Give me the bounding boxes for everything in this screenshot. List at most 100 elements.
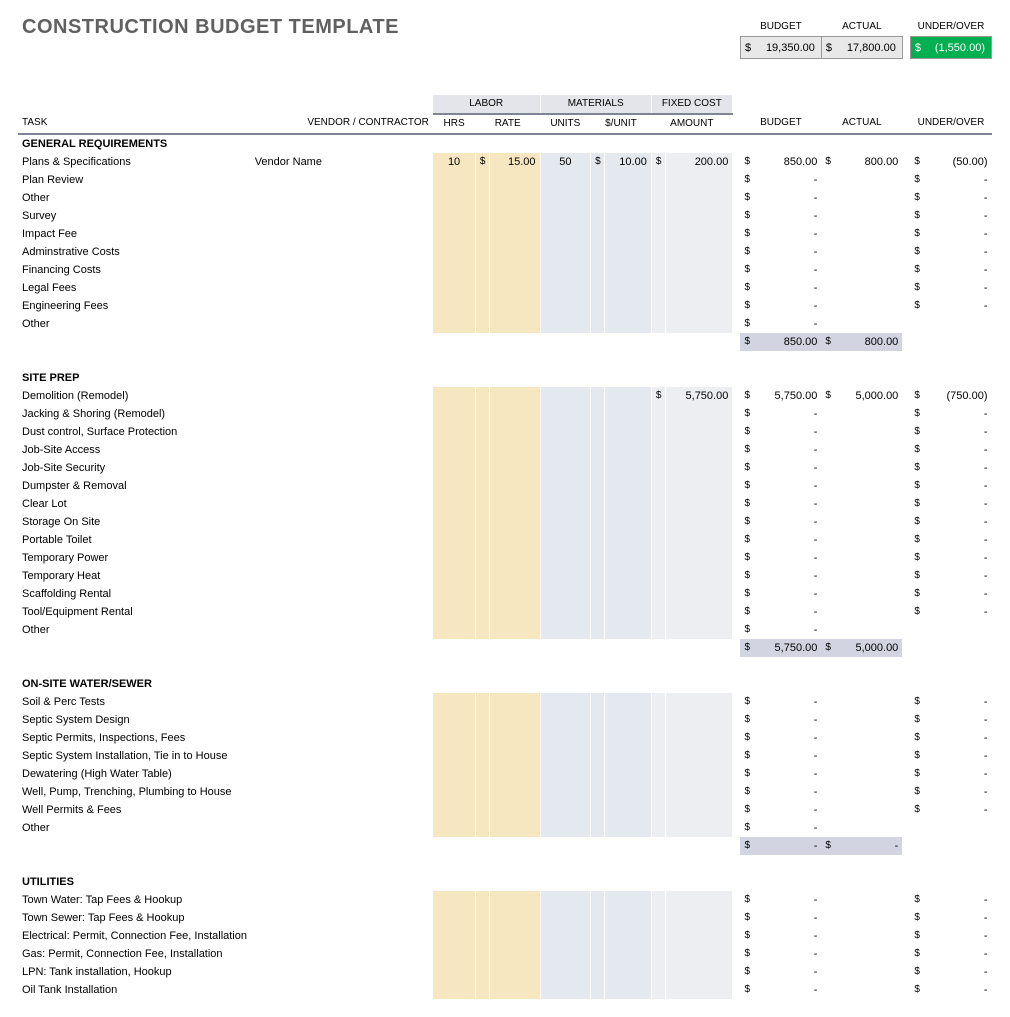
task-name[interactable]: Other bbox=[18, 315, 251, 333]
materials-units[interactable] bbox=[540, 819, 591, 837]
materials-units[interactable] bbox=[540, 927, 591, 945]
row-diff[interactable]: - bbox=[925, 585, 992, 603]
row-diff[interactable]: - bbox=[925, 801, 992, 819]
labor-hrs[interactable] bbox=[433, 207, 475, 225]
materials-units[interactable] bbox=[540, 441, 591, 459]
row-budget[interactable]: - bbox=[755, 927, 822, 945]
vendor-name[interactable] bbox=[251, 171, 433, 189]
materials-units[interactable] bbox=[540, 315, 591, 333]
materials-units[interactable] bbox=[540, 387, 591, 405]
labor-hrs[interactable] bbox=[433, 585, 475, 603]
labor-hrs[interactable] bbox=[433, 765, 475, 783]
row-budget[interactable]: - bbox=[755, 981, 822, 999]
labor-hrs[interactable] bbox=[433, 405, 475, 423]
labor-hrs[interactable] bbox=[433, 441, 475, 459]
subtotal-actual[interactable]: 5,000.00 bbox=[836, 639, 903, 657]
materials-units[interactable] bbox=[540, 405, 591, 423]
row-budget[interactable]: 850.00 bbox=[755, 153, 822, 171]
vendor-name[interactable] bbox=[251, 387, 433, 405]
task-name[interactable]: Well, Pump, Trenching, Plumbing to House bbox=[18, 783, 251, 801]
row-budget[interactable]: - bbox=[755, 513, 822, 531]
materials-units[interactable] bbox=[540, 459, 591, 477]
task-name[interactable]: Electrical: Permit, Connection Fee, Inst… bbox=[18, 927, 251, 945]
task-name[interactable]: LPN: Tank installation, Hookup bbox=[18, 963, 251, 981]
task-name[interactable]: Impact Fee bbox=[18, 225, 251, 243]
materials-units[interactable] bbox=[540, 747, 591, 765]
task-name[interactable]: Town Sewer: Tap Fees & Hookup bbox=[18, 909, 251, 927]
labor-hrs[interactable] bbox=[433, 513, 475, 531]
materials-units[interactable] bbox=[540, 945, 591, 963]
row-diff[interactable]: - bbox=[925, 693, 992, 711]
labor-hrs[interactable] bbox=[433, 423, 475, 441]
materials-units[interactable] bbox=[540, 567, 591, 585]
task-name[interactable]: Other bbox=[18, 621, 251, 639]
row-diff[interactable]: - bbox=[925, 567, 992, 585]
row-diff[interactable]: - bbox=[925, 603, 992, 621]
row-diff[interactable]: - bbox=[925, 261, 992, 279]
row-actual[interactable]: 800.00 bbox=[836, 153, 903, 171]
labor-hrs[interactable] bbox=[433, 981, 475, 999]
row-budget[interactable]: - bbox=[755, 171, 822, 189]
materials-units[interactable] bbox=[540, 513, 591, 531]
vendor-name[interactable]: Vendor Name bbox=[251, 153, 433, 171]
row-budget[interactable]: - bbox=[755, 495, 822, 513]
labor-hrs[interactable] bbox=[433, 693, 475, 711]
task-name[interactable]: Septic System Installation, Tie in to Ho… bbox=[18, 747, 251, 765]
materials-units[interactable] bbox=[540, 477, 591, 495]
task-name[interactable]: Gas: Permit, Connection Fee, Installatio… bbox=[18, 945, 251, 963]
row-budget[interactable]: - bbox=[755, 891, 822, 909]
vendor-name[interactable] bbox=[251, 891, 433, 909]
materials-units[interactable] bbox=[540, 243, 591, 261]
labor-hrs[interactable] bbox=[433, 279, 475, 297]
vendor-name[interactable] bbox=[251, 243, 433, 261]
summary-diff-value[interactable]: (1,550.00) bbox=[925, 37, 992, 59]
row-diff[interactable]: - bbox=[925, 405, 992, 423]
task-name[interactable]: Temporary Heat bbox=[18, 567, 251, 585]
materials-units[interactable] bbox=[540, 189, 591, 207]
vendor-name[interactable] bbox=[251, 549, 433, 567]
row-diff[interactable]: - bbox=[925, 423, 992, 441]
materials-units[interactable] bbox=[540, 711, 591, 729]
row-diff[interactable]: - bbox=[925, 171, 992, 189]
row-diff[interactable]: - bbox=[925, 531, 992, 549]
vendor-name[interactable] bbox=[251, 423, 433, 441]
row-diff[interactable]: (50.00) bbox=[925, 153, 992, 171]
vendor-name[interactable] bbox=[251, 801, 433, 819]
row-budget[interactable]: - bbox=[755, 963, 822, 981]
labor-hrs[interactable] bbox=[433, 819, 475, 837]
row-diff[interactable]: - bbox=[925, 891, 992, 909]
materials-units[interactable] bbox=[540, 549, 591, 567]
materials-units[interactable] bbox=[540, 963, 591, 981]
task-name[interactable]: Other bbox=[18, 819, 251, 837]
subtotal-budget[interactable]: - bbox=[755, 837, 822, 855]
labor-hrs[interactable] bbox=[433, 261, 475, 279]
row-budget[interactable]: - bbox=[755, 279, 822, 297]
row-diff[interactable]: - bbox=[925, 459, 992, 477]
row-diff[interactable]: - bbox=[925, 207, 992, 225]
labor-hrs[interactable] bbox=[433, 927, 475, 945]
row-budget[interactable]: - bbox=[755, 729, 822, 747]
row-diff[interactable]: - bbox=[925, 243, 992, 261]
materials-units[interactable] bbox=[540, 603, 591, 621]
labor-hrs[interactable] bbox=[433, 243, 475, 261]
task-name[interactable]: Plans & Specifications bbox=[18, 153, 251, 171]
materials-units[interactable] bbox=[540, 729, 591, 747]
vendor-name[interactable] bbox=[251, 981, 433, 999]
task-name[interactable]: Soil & Perc Tests bbox=[18, 693, 251, 711]
task-name[interactable]: Jacking & Shoring (Remodel) bbox=[18, 405, 251, 423]
row-diff[interactable]: - bbox=[925, 783, 992, 801]
subtotal-budget[interactable]: 5,750.00 bbox=[755, 639, 822, 657]
materials-units[interactable] bbox=[540, 783, 591, 801]
row-budget[interactable]: - bbox=[755, 765, 822, 783]
row-budget[interactable]: - bbox=[755, 603, 822, 621]
materials-units[interactable] bbox=[540, 693, 591, 711]
row-budget[interactable]: - bbox=[755, 621, 822, 639]
row-budget[interactable]: - bbox=[755, 423, 822, 441]
row-diff[interactable]: - bbox=[925, 279, 992, 297]
row-budget[interactable]: - bbox=[755, 477, 822, 495]
materials-units[interactable] bbox=[540, 279, 591, 297]
row-budget[interactable]: - bbox=[755, 531, 822, 549]
row-budget[interactable]: - bbox=[755, 225, 822, 243]
row-actual[interactable]: 5,000.00 bbox=[836, 387, 903, 405]
row-diff[interactable]: - bbox=[925, 513, 992, 531]
